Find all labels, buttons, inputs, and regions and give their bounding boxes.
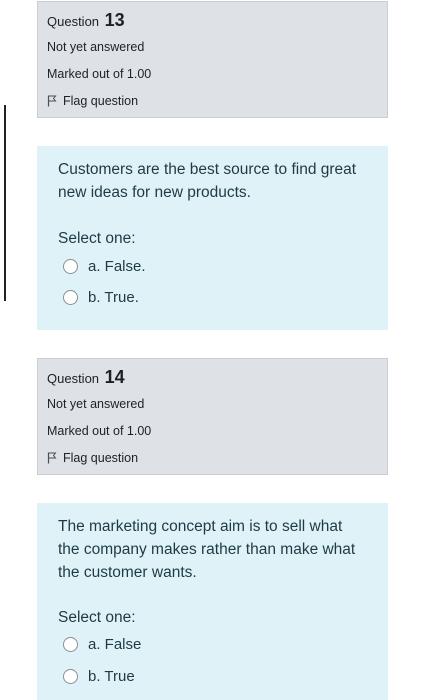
question-number: 13 — [104, 10, 125, 30]
question-status: Not yet answered — [47, 397, 145, 411]
option-label: a. False. — [88, 258, 146, 275]
question-title: Question 13 — [47, 10, 125, 31]
question-info-13: Question 13 Not yet answered Marked out … — [37, 1, 388, 118]
option-label: a. False — [88, 636, 142, 653]
radio-icon[interactable] — [63, 669, 78, 684]
option-label: b. True — [88, 668, 135, 685]
flag-question-button[interactable]: Flag question — [47, 94, 138, 108]
radio-icon[interactable] — [63, 637, 78, 652]
flag-question-label: Flag question — [63, 94, 139, 108]
question-content-14: The marketing concept aim is to sell wha… — [37, 503, 388, 700]
radio-icon[interactable] — [63, 290, 78, 305]
question-content-13: Customers are the best source to find gr… — [37, 146, 388, 330]
answer-option-false[interactable]: a. False — [63, 636, 141, 653]
question-marks: Marked out of 1.00 — [47, 424, 152, 438]
question-status: Not yet answered — [47, 40, 145, 54]
question-text: The marketing concept aim is to sell wha… — [58, 518, 356, 581]
flag-question-button[interactable]: Flag question — [47, 451, 138, 465]
option-label: b. True. — [88, 289, 139, 306]
question-title: Question 14 — [47, 367, 125, 388]
question-number: 14 — [104, 367, 125, 387]
answer-option-false[interactable]: a. False. — [63, 258, 146, 275]
flag-icon — [47, 95, 57, 107]
question-text: Customers are the best source to find gr… — [58, 161, 357, 201]
answer-option-true[interactable]: b. True. — [63, 289, 139, 306]
radio-icon[interactable] — [63, 259, 78, 274]
select-one-prompt: Select one: — [58, 609, 136, 626]
question-info-14: Question 14 Not yet answered Marked out … — [37, 358, 388, 475]
quiz-page: Question 13 Not yet answered Marked out … — [0, 0, 427, 700]
question-marks: Marked out of 1.00 — [47, 67, 152, 81]
question-label: Question — [47, 371, 100, 386]
question-label: Question — [47, 14, 100, 29]
select-one-prompt: Select one: — [58, 230, 136, 247]
flag-question-label: Flag question — [63, 451, 139, 465]
flag-icon — [47, 452, 57, 464]
answer-option-true[interactable]: b. True — [63, 668, 135, 685]
